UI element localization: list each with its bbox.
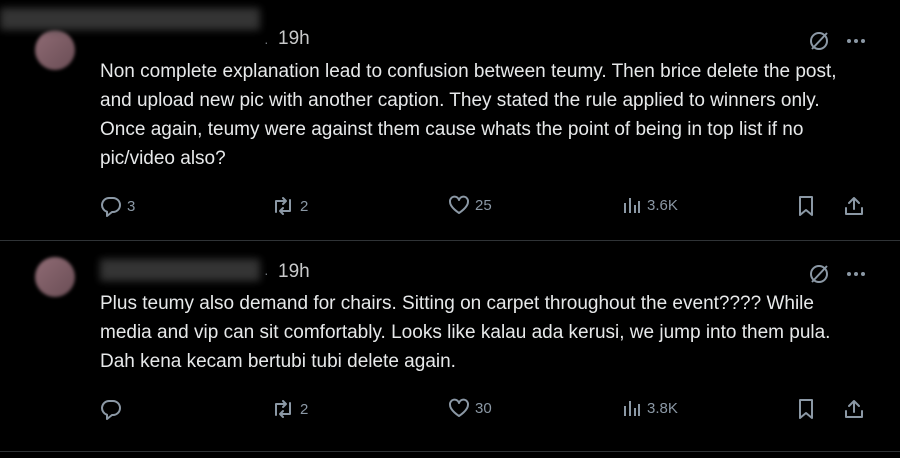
avatar[interactable] <box>35 257 75 297</box>
like-icon <box>448 195 470 215</box>
more-icon[interactable] <box>846 38 866 44</box>
repost-count: 2 <box>300 197 309 215</box>
bookmark-icon <box>796 398 816 420</box>
separator-dot: · <box>264 265 269 281</box>
reply-button[interactable] <box>100 398 127 420</box>
grok-icon[interactable] <box>808 30 830 52</box>
like-icon <box>448 398 470 418</box>
like-button[interactable]: 30 <box>448 398 492 418</box>
divider <box>0 451 900 452</box>
bookmark-button[interactable] <box>796 398 816 420</box>
post-text: Non complete explanation lead to confusi… <box>100 61 837 169</box>
post[interactable]: · 19h Non complete explanation lead to c… <box>0 0 900 240</box>
action-bar: 3 2 25 3.6K <box>100 195 870 221</box>
share-button[interactable] <box>843 398 865 420</box>
views-count: 3.6K <box>647 196 678 214</box>
views-button[interactable]: 3.6K <box>622 195 678 215</box>
bookmark-icon <box>796 195 816 217</box>
views-icon <box>622 195 642 215</box>
reply-icon <box>100 398 122 420</box>
bookmark-button[interactable] <box>796 195 816 217</box>
author-name[interactable] <box>0 8 260 30</box>
reply-button[interactable]: 3 <box>100 195 135 217</box>
post-text: Plus teumy also demand for chairs. Sitti… <box>100 293 831 372</box>
post[interactable]: · 19h Plus teumy also demand for chairs.… <box>0 240 900 458</box>
repost-button[interactable]: 2 <box>271 398 308 420</box>
like-count: 30 <box>475 399 492 417</box>
repost-icon <box>271 398 295 420</box>
views-count: 3.8K <box>647 399 678 417</box>
views-button[interactable]: 3.8K <box>622 398 678 418</box>
share-button[interactable] <box>843 195 865 217</box>
separator-dot: · <box>264 34 269 50</box>
reply-count: 3 <box>127 197 136 215</box>
like-button[interactable]: 25 <box>448 195 492 215</box>
grok-icon[interactable] <box>808 263 830 285</box>
views-icon <box>622 398 642 418</box>
post-top-icons <box>808 30 866 52</box>
timestamp[interactable]: 19h <box>278 28 310 50</box>
more-icon[interactable] <box>846 271 866 277</box>
avatar[interactable] <box>35 30 75 70</box>
share-icon <box>843 398 865 420</box>
timestamp[interactable]: 19h <box>278 261 310 283</box>
author-name[interactable] <box>100 259 260 281</box>
share-icon <box>843 195 865 217</box>
post-top-icons <box>808 263 866 285</box>
repost-icon <box>271 195 295 217</box>
like-count: 25 <box>475 196 492 214</box>
action-bar: 2 30 3.8K <box>100 398 870 424</box>
repost-button[interactable]: 2 <box>271 195 308 217</box>
repost-count: 2 <box>300 400 309 418</box>
reply-icon <box>100 195 122 217</box>
